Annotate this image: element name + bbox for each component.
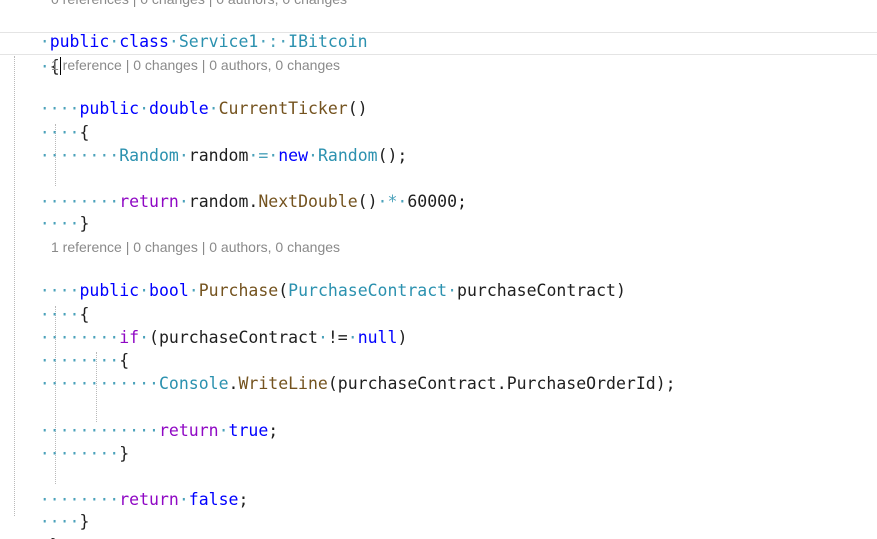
punctuation: } (79, 512, 90, 531)
control-keyword: return (119, 490, 179, 509)
whitespace-marker: · (139, 281, 150, 300)
code-line-return-next-double[interactable]: ········return·random.NextDouble()·*·600… (0, 167, 467, 211)
keyword: double (149, 99, 209, 118)
parameter-name: purchaseContract (158, 328, 318, 347)
whitespace-marker: · (447, 281, 458, 300)
code-line-open-brace[interactable]: ·{ (0, 32, 61, 76)
keyword: bool (149, 281, 189, 300)
code-line-close-brace[interactable]: ····} (0, 189, 90, 233)
punctuation: ; (457, 192, 467, 211)
whitespace-marker: · (218, 421, 229, 440)
punctuation: ; (238, 490, 249, 509)
codelens-current-ticker[interactable]: 1 reference | 0 changes | 0 authors, 0 c… (51, 56, 340, 74)
keyword: true (228, 421, 269, 440)
type-name: Random (119, 146, 179, 165)
whitespace-marker: · (178, 146, 189, 165)
type-name: PurchaseContract (288, 281, 448, 300)
code-line-return-true[interactable]: ············return·true; (0, 396, 278, 440)
whitespace-marker: · (317, 328, 328, 347)
whitespace-marker: · (178, 490, 189, 509)
whitespace-marker: ········ (39, 146, 120, 165)
whitespace-marker: · (347, 328, 358, 347)
punctuation: ) (397, 328, 408, 347)
punctuation: () (347, 99, 368, 118)
operator: != (327, 328, 348, 347)
code-line-open-brace[interactable]: ····{ (0, 280, 90, 324)
punctuation: ; (268, 421, 279, 440)
whitespace-marker: · (139, 99, 150, 118)
whitespace-marker: · (109, 32, 120, 51)
type-name: Random (317, 146, 378, 165)
whitespace-marker: ·*· (377, 192, 408, 211)
code-line-current-ticker-signature[interactable]: ····public·double·CurrentTicker() (0, 74, 368, 118)
punctuation: . (248, 192, 259, 211)
code-line-random-declaration[interactable]: ········Random·random·=·new·Random(); (0, 121, 408, 165)
code-line-purchase-signature[interactable]: ····public·bool·Purchase(PurchaseContrac… (0, 256, 626, 300)
control-keyword: return (119, 192, 179, 211)
parameter-name: purchaseContract (457, 281, 616, 300)
punctuation: (); (377, 146, 408, 165)
parameter-name: purchaseContract (337, 374, 497, 393)
whitespace-marker: · (188, 281, 199, 300)
code-line-class-declaration[interactable]: ·public·class·Service1·:·IBitcoin (0, 7, 368, 51)
code-editor[interactable]: 0 references | 0 changes | 0 authors, 0 … (0, 0, 877, 539)
keyword: null (357, 328, 398, 347)
method-name: Purchase (198, 281, 279, 300)
type-name: IBitcoin (288, 32, 368, 51)
keyword: class (119, 32, 169, 51)
punctuation: ); (655, 374, 676, 393)
method-name: CurrentTicker (218, 99, 348, 118)
code-line-open-brace[interactable]: ········{ (0, 326, 129, 370)
punctuation: . (228, 374, 239, 393)
whitespace-marker: ·:· (258, 32, 289, 51)
code-line-close-brace[interactable]: ·} (0, 511, 60, 539)
whitespace-marker: ···· (39, 214, 80, 233)
variable-name: random (188, 146, 249, 165)
keyword: new (278, 146, 309, 165)
method-name: WriteLine (238, 374, 328, 393)
punctuation: ) (616, 281, 626, 300)
whitespace-marker: · (168, 32, 179, 51)
whitespace-marker: ············ (39, 374, 159, 393)
whitespace-marker: · (178, 192, 189, 211)
punctuation: ( (149, 328, 159, 347)
property-name: PurchaseOrderId (506, 374, 656, 393)
punctuation: } (79, 214, 90, 233)
keyword: false (188, 490, 239, 509)
whitespace-marker: · (308, 146, 318, 165)
code-line-close-brace[interactable]: ········} (0, 419, 129, 463)
code-line-console-writeline[interactable]: ············Console.WriteLine(purchaseCo… (0, 349, 676, 393)
type-name: Service1 (178, 32, 259, 51)
variable-name: random (188, 192, 249, 211)
punctuation: } (119, 444, 130, 463)
punctuation: ( (327, 374, 338, 393)
whitespace-marker: ········ (39, 444, 120, 463)
code-line-open-brace[interactable]: ····{ (0, 98, 90, 142)
whitespace-marker: · (139, 328, 150, 347)
whitespace-marker: ·=· (248, 146, 279, 165)
method-name: NextDouble (258, 192, 358, 211)
number-literal: 60000 (407, 192, 458, 211)
control-keyword: return (158, 421, 219, 440)
codelens-purchase[interactable]: 1 reference | 0 changes | 0 authors, 0 c… (51, 238, 340, 256)
punctuation: () (357, 192, 378, 211)
punctuation: ( (278, 281, 289, 300)
code-line-if-statement[interactable]: ········if·(purchaseContract·!=·null) (0, 303, 408, 347)
code-line-close-brace[interactable]: ····} (0, 487, 90, 531)
type-name: Console (158, 374, 229, 393)
punctuation: . (496, 374, 507, 393)
whitespace-marker: · (208, 99, 219, 118)
code-line-return-false[interactable]: ········return·false; (0, 465, 249, 509)
